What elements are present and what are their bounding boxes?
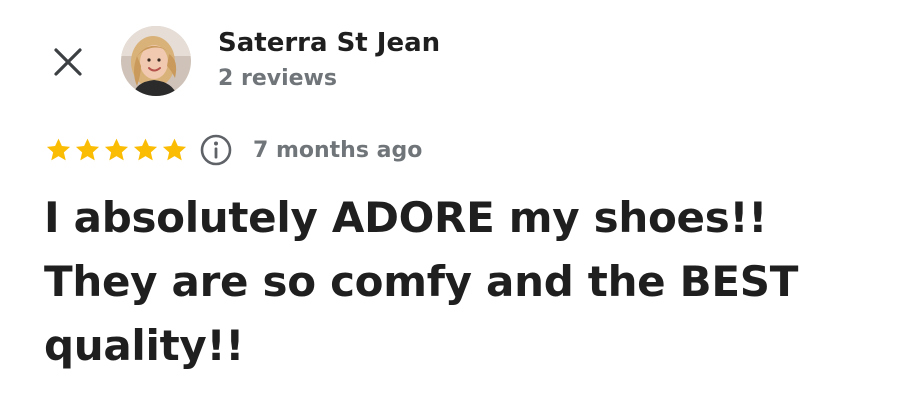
- star-icon: [133, 138, 158, 161]
- avatar[interactable]: [121, 26, 191, 96]
- star-icon: [162, 138, 187, 161]
- reviewer-name[interactable]: Saterra St Jean: [218, 26, 440, 60]
- review-count[interactable]: 2 reviews: [218, 64, 337, 94]
- close-icon: [54, 48, 82, 76]
- review-text: I absolutely ADORE my shoes!! They are s…: [44, 193, 799, 370]
- reviewer-photo: [121, 26, 191, 96]
- review-meta: 7 months ago: [44, 130, 422, 170]
- star-icon: [46, 138, 71, 161]
- review-date: 7 months ago: [253, 137, 423, 163]
- star-icon: [104, 138, 129, 161]
- close-button[interactable]: [48, 42, 88, 82]
- info-icon[interactable]: [199, 133, 233, 167]
- star-rating: [44, 136, 189, 164]
- star-icon: [75, 138, 100, 161]
